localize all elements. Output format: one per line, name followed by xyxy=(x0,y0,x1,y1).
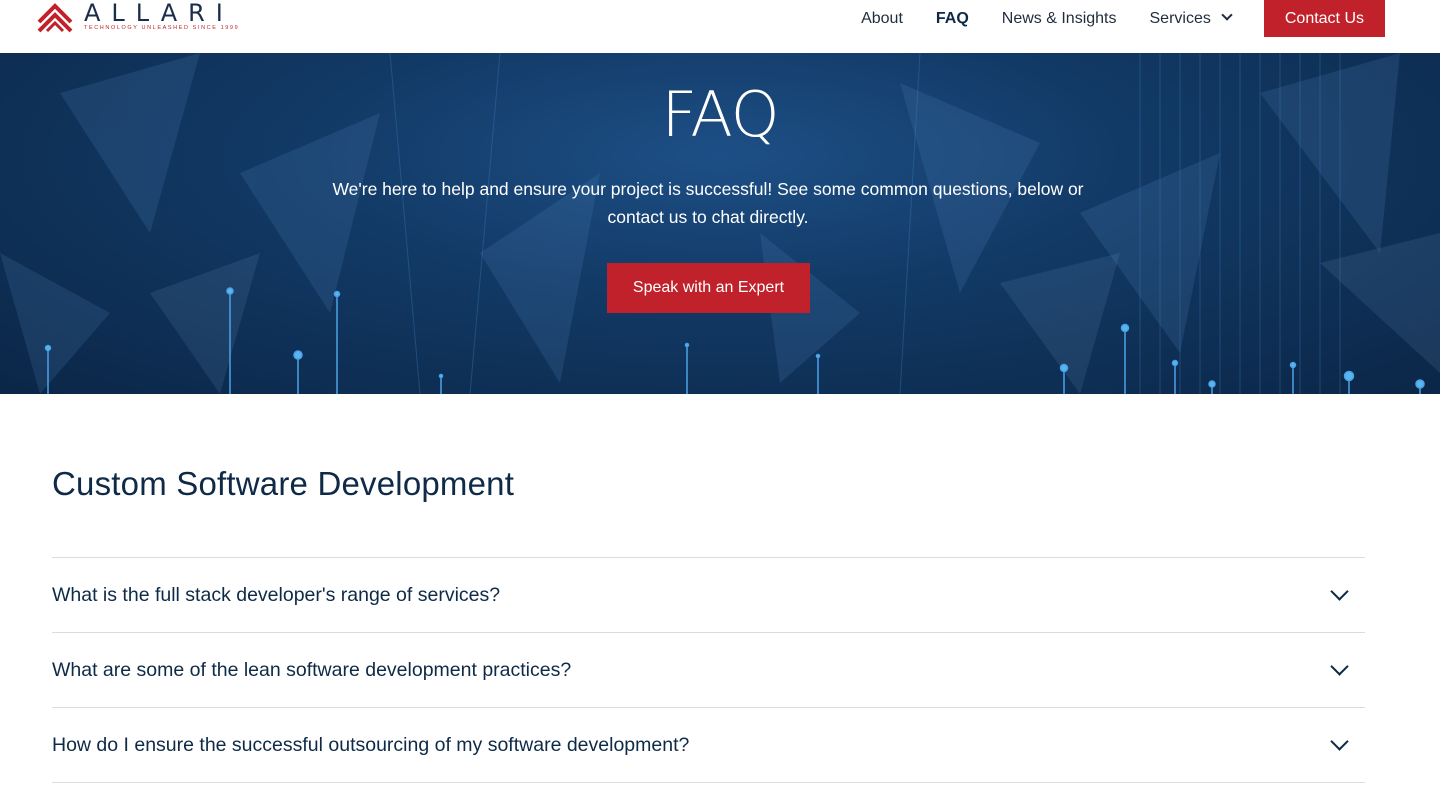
logo-text: ALLARI TECHNOLOGY UNLEASHED SINCE 1999 xyxy=(84,0,239,32)
nav-about[interactable]: About xyxy=(861,0,903,37)
nav-news-insights[interactable]: News & Insights xyxy=(1002,0,1117,37)
logo-wordmark: ALLARI xyxy=(84,0,234,27)
chevron-down-icon[interactable] xyxy=(1330,731,1349,751)
hero-subtitle: We're here to help and ensure your proje… xyxy=(332,179,1084,227)
faq-item[interactable]: How do I ensure the successful outsourci… xyxy=(52,708,1365,783)
nav-services[interactable]: Services xyxy=(1149,0,1233,37)
faq-question: What is the full stack developer's range… xyxy=(52,583,501,606)
speak-with-expert-button[interactable]: Speak with an Expert xyxy=(607,263,810,313)
faq-question: What are some of the lean software devel… xyxy=(52,658,572,681)
faq-list: What is the full stack developer's range… xyxy=(52,557,1365,783)
section-title: Custom Software Development xyxy=(52,465,515,502)
contact-us-button[interactable]: Contact Us xyxy=(1263,0,1385,37)
nav-services-label: Services xyxy=(1149,10,1211,27)
chevron-down-icon[interactable] xyxy=(1330,581,1349,601)
site-header: ALLARI TECHNOLOGY UNLEASHED SINCE 1999 A… xyxy=(0,0,1440,53)
allari-logo-mark-icon xyxy=(37,3,73,33)
nav-faq[interactable]: FAQ xyxy=(936,0,969,37)
faq-question: How do I ensure the successful outsourci… xyxy=(52,733,690,756)
hero-banner: FAQ We're here to help and ensure your p… xyxy=(0,53,1440,394)
logo-tagline: TECHNOLOGY UNLEASHED SINCE 1999 xyxy=(84,25,240,31)
chevron-down-icon xyxy=(1221,9,1233,21)
allari-logo[interactable]: ALLARI TECHNOLOGY UNLEASHED SINCE 1999 xyxy=(36,0,239,36)
chevron-down-icon[interactable] xyxy=(1330,656,1349,676)
faq-item[interactable]: What are some of the lean software devel… xyxy=(52,633,1365,708)
faq-item[interactable]: What is the full stack developer's range… xyxy=(52,558,1365,633)
page-title: FAQ xyxy=(661,78,779,151)
main-nav: About FAQ News & Insights Services Conta… xyxy=(828,0,1385,37)
